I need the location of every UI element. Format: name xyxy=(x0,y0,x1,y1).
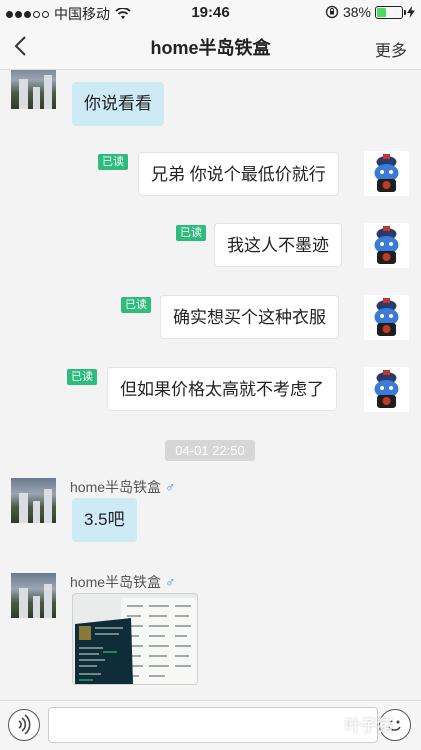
emperor-figure-icon xyxy=(374,298,399,336)
my-avatar[interactable] xyxy=(364,295,409,340)
my-avatar[interactable] xyxy=(364,223,409,268)
photo-thumbnail xyxy=(73,594,197,684)
my-avatar[interactable] xyxy=(364,367,409,412)
read-badge: 已读 xyxy=(121,297,151,313)
message-input[interactable] xyxy=(48,707,378,743)
charging-icon xyxy=(407,6,415,18)
read-badge: 已读 xyxy=(98,154,128,170)
male-icon: ♂ xyxy=(165,479,176,495)
emperor-figure-icon xyxy=(374,226,399,264)
battery-icon xyxy=(375,5,406,19)
rotation-lock-icon xyxy=(325,5,339,19)
message-bubble-outgoing[interactable]: 我这人不墨迹 xyxy=(214,223,342,267)
emperor-figure-icon xyxy=(374,370,399,408)
sender-name: home半岛铁盒 ♂ xyxy=(70,479,176,495)
voice-icon xyxy=(18,714,31,735)
watermark-logo: 叶子猪 xyxy=(344,718,393,735)
my-avatar[interactable] xyxy=(364,151,409,196)
chat-area[interactable]: 你说看看 已读 兄弟 你说个最低价就行 已读 我这人不墨迹 已读 确实想买个这种… xyxy=(0,70,421,700)
nav-bar: home半岛铁盒 更多 xyxy=(0,24,421,70)
male-icon: ♂ xyxy=(165,574,176,590)
emperor-figure-icon xyxy=(374,154,399,192)
contact-avatar[interactable] xyxy=(11,478,56,523)
message-bubble-outgoing[interactable]: 但如果价格太高就不考虑了 xyxy=(107,367,337,411)
chat-title: home半岛铁盒 xyxy=(150,38,271,58)
message-bubble-incoming[interactable]: 3.5吧 xyxy=(72,498,137,542)
message-bubble-outgoing[interactable]: 兄弟 你说个最低价就行 xyxy=(138,152,339,196)
read-badge: 已读 xyxy=(176,225,206,241)
message-bubble-outgoing[interactable]: 确实想买个这种衣服 xyxy=(160,295,339,339)
status-bar: 中国移动 19:46 38% xyxy=(0,0,421,24)
sender-name: home半岛铁盒 ♂ xyxy=(70,574,176,590)
voice-input-button[interactable] xyxy=(8,709,40,741)
message-bubble-incoming[interactable]: 你说看看 xyxy=(72,82,164,126)
status-right: 38% xyxy=(325,4,415,20)
contact-avatar[interactable] xyxy=(11,573,56,618)
contact-avatar[interactable] xyxy=(11,70,56,109)
more-button[interactable]: 更多 xyxy=(375,37,407,61)
battery-percent: 38% xyxy=(342,4,371,20)
read-badge: 已读 xyxy=(67,369,97,385)
image-message[interactable] xyxy=(72,593,198,685)
message-timestamp: 04-01 22:50 xyxy=(165,440,255,461)
